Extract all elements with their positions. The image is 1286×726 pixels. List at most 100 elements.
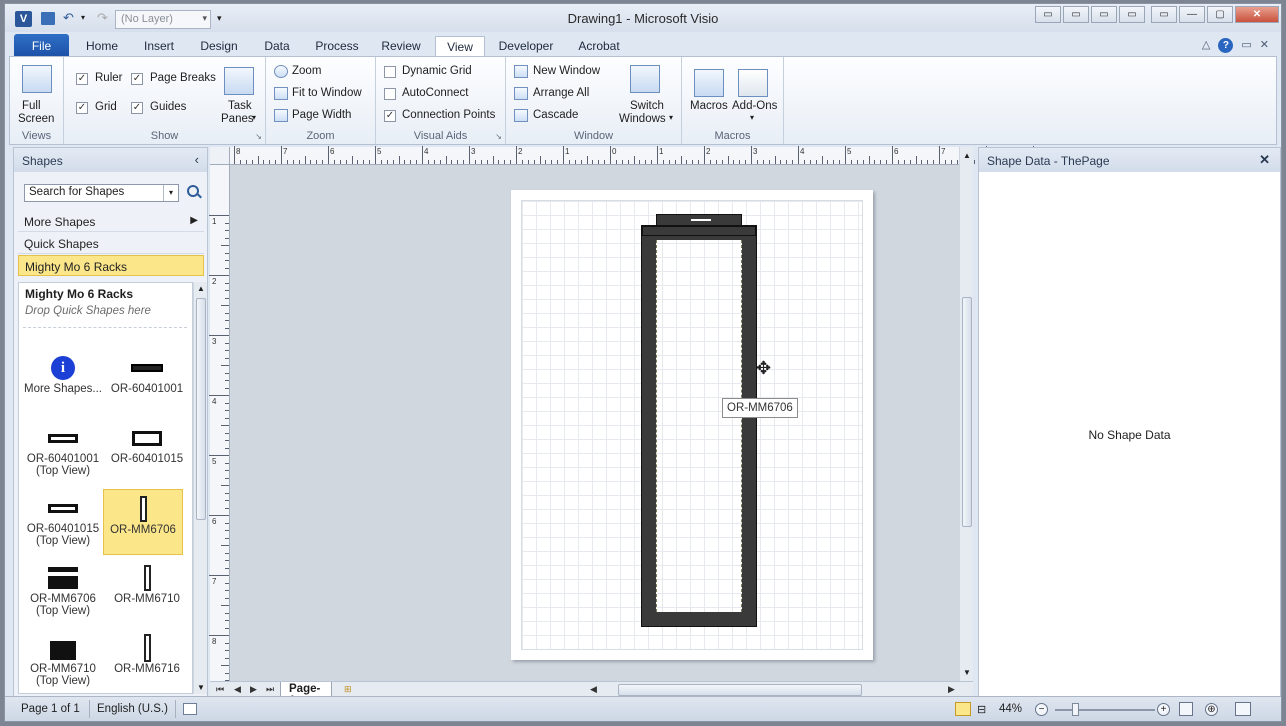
stencil-row-mighty-mo[interactable]: Mighty Mo 6 Racks xyxy=(18,255,204,276)
switch-windows-status-icon[interactable] xyxy=(1235,702,1251,716)
maximize-button[interactable]: ▢ xyxy=(1207,6,1233,23)
connection-points-checkbox[interactable]: ✓ xyxy=(384,110,396,122)
search-dropdown-icon[interactable]: ▾ xyxy=(163,185,178,201)
pan-zoom-icon[interactable]: ⊕ xyxy=(1205,703,1218,716)
arrange-all-label[interactable]: Arrange All xyxy=(533,87,589,99)
zoom-slider-thumb[interactable] xyxy=(1072,703,1079,716)
canvas-vscroll[interactable]: ▲ ▼ xyxy=(959,147,973,681)
page-width-icon[interactable] xyxy=(274,109,288,122)
language-status[interactable]: English (U.S.) xyxy=(97,703,168,715)
insert-page-icon[interactable]: ⊞ xyxy=(344,684,352,695)
shape-or-mm6710-top[interactable]: OR-MM6710 (Top View) xyxy=(23,633,103,693)
fit-page-icon[interactable] xyxy=(1179,702,1193,716)
shape-or-60401001[interactable]: OR-60401001 xyxy=(107,353,187,419)
grid-checkbox[interactable]: ✓ xyxy=(76,102,88,114)
task-panes-icon[interactable] xyxy=(224,67,254,95)
close-pane-icon[interactable]: ✕ xyxy=(1259,152,1270,168)
first-page-icon[interactable]: ⏮ xyxy=(216,684,224,695)
page-breaks-label[interactable]: Page Breaks xyxy=(150,72,216,84)
arrange-all-icon[interactable] xyxy=(514,87,528,100)
drawing-page[interactable]: ✥ xyxy=(511,190,873,660)
stencil-scrollbar[interactable]: ▲ ▼ xyxy=(193,282,207,694)
shape-or-60401015[interactable]: OR-60401015 xyxy=(107,423,187,489)
shape-or-60401015-top[interactable]: OR-60401015 (Top View) xyxy=(23,493,103,559)
prev-page-icon[interactable]: ◀ xyxy=(234,684,241,695)
restore-doc-icon[interactable]: ▭ xyxy=(1241,38,1251,53)
collapse-pane-icon[interactable]: ‹ xyxy=(195,152,199,167)
canvas-hscroll-thumb[interactable] xyxy=(618,684,862,696)
tab-home[interactable]: Home xyxy=(77,36,127,56)
macros-icon[interactable] xyxy=(694,69,724,97)
normal-view-icon[interactable] xyxy=(955,702,971,716)
layout-icon[interactable]: ▭ xyxy=(1119,6,1145,23)
close-button[interactable]: ✕ xyxy=(1235,6,1279,23)
autoconnect-checkbox[interactable] xyxy=(384,88,396,100)
tab-review[interactable]: Review xyxy=(375,36,427,56)
zoom-in-icon[interactable]: + xyxy=(1157,703,1170,716)
switch-windows-dropdown-icon[interactable]: ▾ xyxy=(669,113,673,122)
search-icon[interactable] xyxy=(187,185,199,197)
macro-record-icon[interactable] xyxy=(183,703,197,715)
shape-or-mm6710[interactable]: OR-MM6710 xyxy=(107,563,187,629)
tab-design[interactable]: Design xyxy=(193,36,245,56)
scroll-up-icon[interactable]: ▲ xyxy=(197,284,205,293)
scroll-left-icon[interactable]: ◀ xyxy=(590,684,597,695)
vertical-ruler[interactable]: 1 2 3 4 5 6 7 8 xyxy=(209,165,230,689)
full-screen-label-2[interactable]: Screen xyxy=(18,113,54,125)
presentation-icon[interactable]: ⊟ xyxy=(977,703,986,716)
switch-windows-label-2[interactable]: Windows xyxy=(619,113,666,125)
scroll-right-icon[interactable]: ▶ xyxy=(948,684,955,695)
zoom-level[interactable]: 44% xyxy=(999,703,1022,715)
tab-acrobat[interactable]: Acrobat xyxy=(571,36,627,56)
zoom-out-icon[interactable]: − xyxy=(1035,703,1048,716)
rack-top-cap[interactable] xyxy=(656,214,742,226)
add-ons-icon[interactable] xyxy=(738,69,768,97)
switch-icon[interactable]: ▭ xyxy=(1063,6,1089,23)
search-shapes-text[interactable]: Search for Shapes xyxy=(29,186,124,198)
stencil-scroll-thumb[interactable] xyxy=(196,298,206,520)
full-screen-icon[interactable] xyxy=(22,65,52,93)
show-launcher-icon[interactable]: ↘ xyxy=(255,132,262,141)
dynamic-grid-checkbox[interactable] xyxy=(384,66,396,78)
ribbon-minimize-icon[interactable]: ▭ xyxy=(1035,6,1061,23)
cascade-icon[interactable] xyxy=(514,109,528,122)
more-shapes-label[interactable]: More Shapes xyxy=(24,215,95,229)
visual-aids-launcher-icon[interactable]: ↘ xyxy=(495,132,502,141)
next-page-icon[interactable]: ▶ xyxy=(250,684,257,695)
task-panes-label-2[interactable]: Panes xyxy=(221,113,254,125)
fit-to-window-label[interactable]: Fit to Window xyxy=(292,87,362,99)
tab-view[interactable]: View xyxy=(435,36,485,56)
close-doc-icon[interactable]: ✕ xyxy=(1260,38,1269,53)
fit-to-window-icon[interactable] xyxy=(274,87,288,100)
last-page-icon[interactable]: ⏭ xyxy=(266,684,274,695)
scroll-down-icon[interactable]: ▼ xyxy=(963,668,971,677)
task-panes-label-1[interactable]: Task xyxy=(228,100,252,112)
tab-insert[interactable]: Insert xyxy=(135,36,183,56)
shape-or-mm6706[interactable]: OR-MM6706 xyxy=(103,489,183,555)
cascade-label[interactable]: Cascade xyxy=(533,109,578,121)
shape-or-mm6706-top[interactable]: OR-MM6706 (Top View) xyxy=(23,563,103,629)
page-count[interactable]: Page 1 of 1 xyxy=(21,703,80,715)
zoom-slider-track[interactable] xyxy=(1055,709,1155,711)
full-screen-label-1[interactable]: Full xyxy=(22,100,41,112)
autoconnect-label[interactable]: AutoConnect xyxy=(402,87,469,99)
switch-windows-icon[interactable] xyxy=(630,65,660,93)
float-icon[interactable]: ▭ xyxy=(1151,6,1177,23)
new-window-icon[interactable] xyxy=(514,65,528,78)
new-window-label[interactable]: New Window xyxy=(533,65,600,77)
minimize-ribbon-icon[interactable]: △ xyxy=(1202,38,1210,53)
help-icon[interactable]: ? xyxy=(1218,38,1234,53)
tab-process[interactable]: Process xyxy=(309,36,365,56)
tile-icon[interactable]: ▭ xyxy=(1091,6,1117,23)
dynamic-grid-label[interactable]: Dynamic Grid xyxy=(402,65,472,77)
task-panes-dropdown-icon[interactable]: ▾ xyxy=(252,113,256,122)
more-shapes-row[interactable]: More Shapes ▶ xyxy=(18,211,204,232)
rack-mm6706-shape[interactable] xyxy=(641,225,757,627)
canvas-vscroll-thumb[interactable] xyxy=(962,297,972,527)
shape-or-60401001-top[interactable]: OR-60401001 (Top View) xyxy=(23,423,103,489)
drawing-canvas[interactable]: 876543210123456789 12345678 ✥ OR-MM6706 … xyxy=(209,146,1076,707)
guides-checkbox[interactable]: ✓ xyxy=(131,102,143,114)
switch-windows-label-1[interactable]: Switch xyxy=(630,100,664,112)
horizontal-ruler[interactable]: 876543210123456789 xyxy=(230,146,1076,165)
shape-more-shapes[interactable]: i More Shapes... xyxy=(23,353,103,419)
